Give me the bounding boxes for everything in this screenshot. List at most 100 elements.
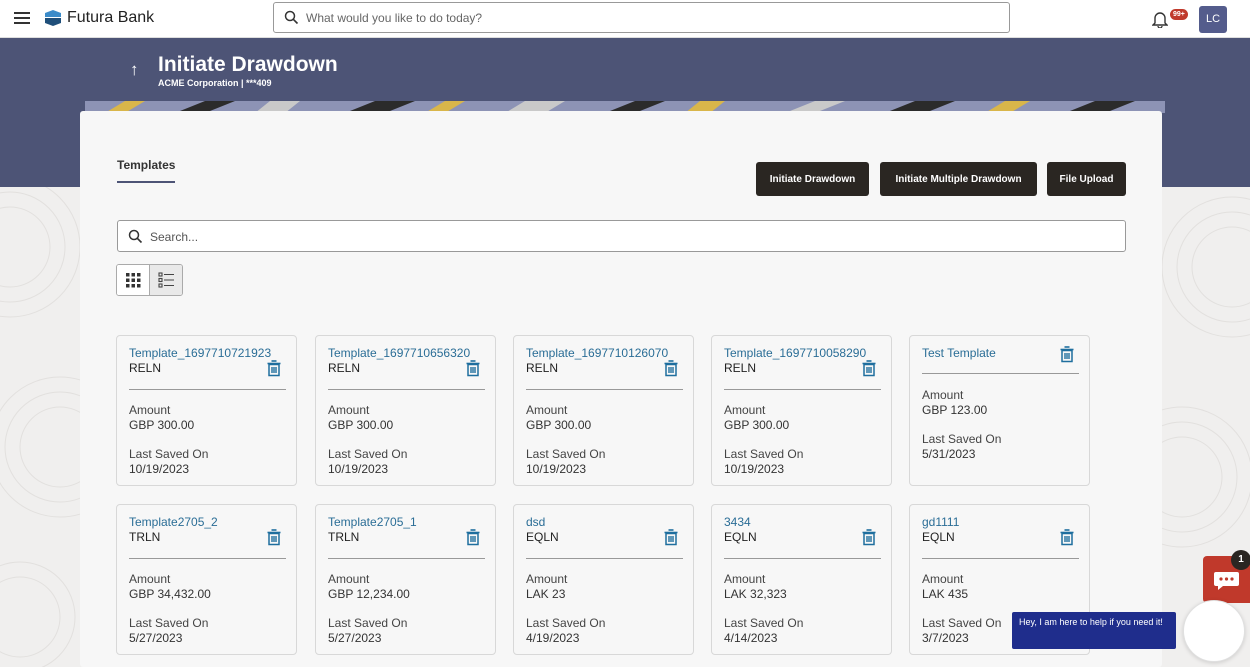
grid-view-button[interactable] [117, 265, 150, 295]
delete-template-button[interactable] [465, 360, 481, 382]
search-icon [284, 10, 299, 25]
last-saved-value: 3/7/2023 [922, 631, 969, 645]
active-tab-indicator [117, 181, 175, 183]
card-divider [526, 558, 683, 559]
template-type: RELN [129, 361, 162, 375]
template-card[interactable]: Template_1697710656320 RELN Amount GBP 300.… [315, 335, 496, 486]
template-name-link[interactable]: Template_1697710656320 [328, 346, 470, 360]
last-saved-value: 10/19/2023 [129, 462, 190, 476]
global-search-input[interactable] [306, 8, 996, 28]
grid-view-icon [126, 273, 141, 288]
trash-icon [466, 529, 480, 546]
last-saved-label: Last Saved On [922, 432, 1002, 446]
trash-icon [267, 360, 281, 377]
template-type: EQLN [724, 530, 757, 544]
chat-greeting[interactable]: Hey, I am here to help if you need it! [1012, 612, 1176, 649]
last-saved-label: Last Saved On [526, 447, 606, 461]
card-divider [129, 558, 286, 559]
card-divider [129, 389, 286, 390]
delete-template-button[interactable] [861, 529, 877, 551]
delete-template-button[interactable] [861, 360, 877, 382]
template-name-link[interactable]: Template_1697710058290 [724, 346, 866, 360]
template-card[interactable]: Template2705_1 TRLN Amount GBP 12,234.00 Las… [315, 504, 496, 655]
trash-icon [466, 360, 480, 377]
template-name-link[interactable]: dsd [526, 515, 545, 529]
amount-value: LAK 32,323 [724, 587, 787, 601]
delete-template-button[interactable] [663, 529, 679, 551]
template-name-link[interactable]: Test Template [922, 346, 996, 360]
amount-label: Amount [526, 403, 568, 417]
template-search[interactable] [117, 220, 1126, 252]
search-icon [128, 229, 143, 244]
template-name-link[interactable]: Template_1697710721923 [129, 346, 271, 360]
template-type: TRLN [328, 530, 360, 544]
amount-value: GBP 300.00 [129, 418, 195, 432]
page-title: Initiate Drawdown [158, 53, 338, 76]
notification-badge: 99+ [1170, 9, 1188, 20]
template-search-input[interactable] [150, 227, 1110, 247]
tab-templates[interactable]: Templates [117, 158, 175, 172]
card-divider [526, 389, 683, 390]
view-toggle [116, 264, 183, 296]
delete-template-button[interactable] [1059, 529, 1075, 551]
template-card[interactable]: Template_1697710721923 RELN Amount GBP 300.… [116, 335, 297, 486]
back-arrow-icon[interactable]: ↑ [130, 60, 139, 80]
template-type: EQLN [922, 530, 955, 544]
list-view-button[interactable] [150, 265, 182, 295]
amount-value: GBP 300.00 [526, 418, 592, 432]
last-saved-label: Last Saved On [526, 616, 606, 630]
template-name-link[interactable]: 3434 [724, 515, 751, 529]
delete-template-button[interactable] [266, 529, 282, 551]
file-upload-button[interactable]: File Upload [1047, 162, 1126, 196]
avatar[interactable]: LC [1199, 6, 1227, 33]
card-divider [922, 373, 1079, 374]
last-saved-value: 10/19/2023 [526, 462, 587, 476]
card-divider [922, 558, 1079, 559]
amount-label: Amount [724, 572, 766, 586]
amount-label: Amount [328, 403, 370, 417]
amount-label: Amount [526, 572, 568, 586]
top-bar: Futura Bank 99+ LC [0, 0, 1250, 38]
trash-icon [664, 360, 678, 377]
initiate-multiple-drawdown-button[interactable]: Initiate Multiple Drawdown [880, 162, 1037, 196]
template-card[interactable]: Test Template Amount GBP 123.00 Last Saved … [909, 335, 1090, 486]
last-saved-value: 5/27/2023 [328, 631, 382, 645]
chat-launcher[interactable] [1183, 600, 1245, 662]
template-card[interactable]: Template2705_2 TRLN Amount GBP 34,432.00 Las… [116, 504, 297, 655]
template-card[interactable]: dsd EQLN Amount LAK 23 Last Saved On 4/19/202… [513, 504, 694, 655]
global-search[interactable] [273, 2, 1010, 33]
page-subtitle: ACME Corporation | ***409 [158, 78, 272, 88]
template-card[interactable]: Template_1697710126070 RELN Amount GBP 300.… [513, 335, 694, 486]
last-saved-label: Last Saved On [129, 616, 209, 630]
card-divider [724, 389, 881, 390]
amount-value: LAK 435 [922, 587, 969, 601]
background-pattern [0, 187, 80, 667]
template-type: RELN [526, 361, 559, 375]
hamburger-icon[interactable] [14, 12, 30, 24]
last-saved-label: Last Saved On [129, 447, 209, 461]
card-divider [328, 389, 485, 390]
last-saved-label: Last Saved On [328, 616, 408, 630]
template-type: TRLN [129, 530, 161, 544]
template-card[interactable]: Template_1697710058290 RELN Amount GBP 300.… [711, 335, 892, 486]
last-saved-value: 5/27/2023 [129, 631, 183, 645]
template-name-link[interactable]: Template2705_1 [328, 515, 417, 529]
amount-value: GBP 300.00 [328, 418, 394, 432]
last-saved-value: 5/31/2023 [922, 447, 976, 461]
trash-icon [1060, 529, 1074, 546]
delete-template-button[interactable] [465, 529, 481, 551]
delete-template-button[interactable] [1059, 346, 1075, 368]
initiate-drawdown-button[interactable]: Initiate Drawdown [756, 162, 869, 196]
template-name-link[interactable]: Template2705_2 [129, 515, 218, 529]
last-saved-label: Last Saved On [724, 616, 804, 630]
delete-template-button[interactable] [663, 360, 679, 382]
template-name-link[interactable]: gd1111 [922, 515, 959, 529]
amount-label: Amount [328, 572, 370, 586]
last-saved-value: 10/19/2023 [724, 462, 785, 476]
template-name-link[interactable]: Template_1697710126070 [526, 346, 668, 360]
last-saved-value: 4/14/2023 [724, 631, 778, 645]
template-card[interactable]: 3434 EQLN Amount LAK 32,323 Last Saved On 4/1… [711, 504, 892, 655]
bell-icon[interactable] [1152, 10, 1168, 28]
last-saved-label: Last Saved On [922, 616, 1002, 630]
delete-template-button[interactable] [266, 360, 282, 382]
